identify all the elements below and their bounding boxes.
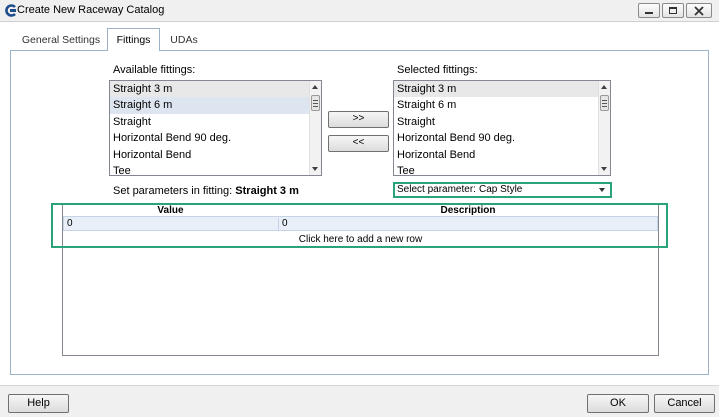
maximize-button[interactable] [662, 3, 684, 18]
list-item[interactable]: Horizontal Bend 90 deg. [110, 130, 321, 146]
select-parameter-dropdown[interactable]: Select parameter: Cap Style [395, 184, 610, 196]
available-scrollbar[interactable] [309, 81, 321, 175]
tab-udas[interactable]: UDAs [163, 31, 205, 50]
select-parameter-value: Cap Style [479, 184, 523, 195]
window-title: Create New Raceway Catalog [17, 4, 165, 16]
list-item[interactable]: Straight 6 m [394, 97, 610, 113]
app-c-icon [5, 4, 16, 17]
minimize-button[interactable] [638, 3, 660, 18]
list-item[interactable]: Tee [394, 163, 610, 175]
tab-fittings[interactable]: Fittings [107, 28, 160, 51]
list-item[interactable]: Horizontal Bend [394, 147, 610, 163]
scroll-down-icon[interactable] [601, 167, 607, 171]
current-fitting-name: Straight 3 m [235, 185, 299, 197]
grid-highlight-box [51, 203, 668, 248]
close-button[interactable] [686, 3, 712, 18]
dialog-footer: Help OK Cancel [0, 385, 719, 417]
chevron-down-icon [599, 188, 605, 192]
title-bar: Create New Raceway Catalog [0, 0, 719, 22]
scroll-up-icon[interactable] [312, 85, 318, 89]
list-item[interactable]: Straight [394, 114, 610, 130]
list-item[interactable]: Horizontal Bend 90 deg. [394, 130, 610, 146]
available-fittings-label: Available fittings: [113, 64, 196, 76]
tab-strip: General Settings Fittings UDAs [0, 28, 719, 51]
scroll-thumb[interactable] [600, 95, 609, 111]
remove-fitting-button[interactable]: << [328, 135, 389, 152]
ok-button[interactable]: OK [587, 394, 649, 413]
selected-fittings-label: Selected fittings: [397, 64, 478, 76]
close-icon [694, 6, 704, 16]
select-parameter-highlight: Select parameter: Cap Style [393, 182, 612, 198]
list-item[interactable]: Straight 3 m [110, 81, 321, 98]
scroll-up-icon[interactable] [601, 85, 607, 89]
available-fittings-list[interactable]: Straight 3 m Straight 6 m Straight Horiz… [109, 80, 322, 176]
select-parameter-label: Select parameter: [397, 184, 476, 195]
list-item[interactable]: Horizontal Bend [110, 147, 321, 163]
fitting-parameters-prefix: Set parameters in fitting: [113, 185, 233, 197]
list-item[interactable]: Straight 3 m [394, 81, 610, 98]
minimize-icon [645, 12, 653, 14]
selected-scrollbar[interactable] [598, 81, 610, 175]
maximize-icon [669, 7, 677, 14]
scroll-thumb[interactable] [311, 95, 320, 111]
cancel-button[interactable]: Cancel [654, 394, 715, 413]
fitting-parameters-label: Set parameters in fitting: Straight 3 m [113, 185, 299, 197]
scroll-down-icon[interactable] [312, 167, 318, 171]
selected-fittings-list[interactable]: Straight 3 m Straight 6 m Straight Horiz… [393, 80, 611, 176]
list-item[interactable]: Straight 6 m [110, 97, 321, 114]
tab-general-settings[interactable]: General Settings [16, 31, 106, 50]
add-fitting-button[interactable]: >> [328, 111, 389, 128]
list-item[interactable]: Straight [110, 114, 321, 130]
list-item[interactable]: Tee [110, 163, 321, 175]
help-button[interactable]: Help [8, 394, 69, 413]
